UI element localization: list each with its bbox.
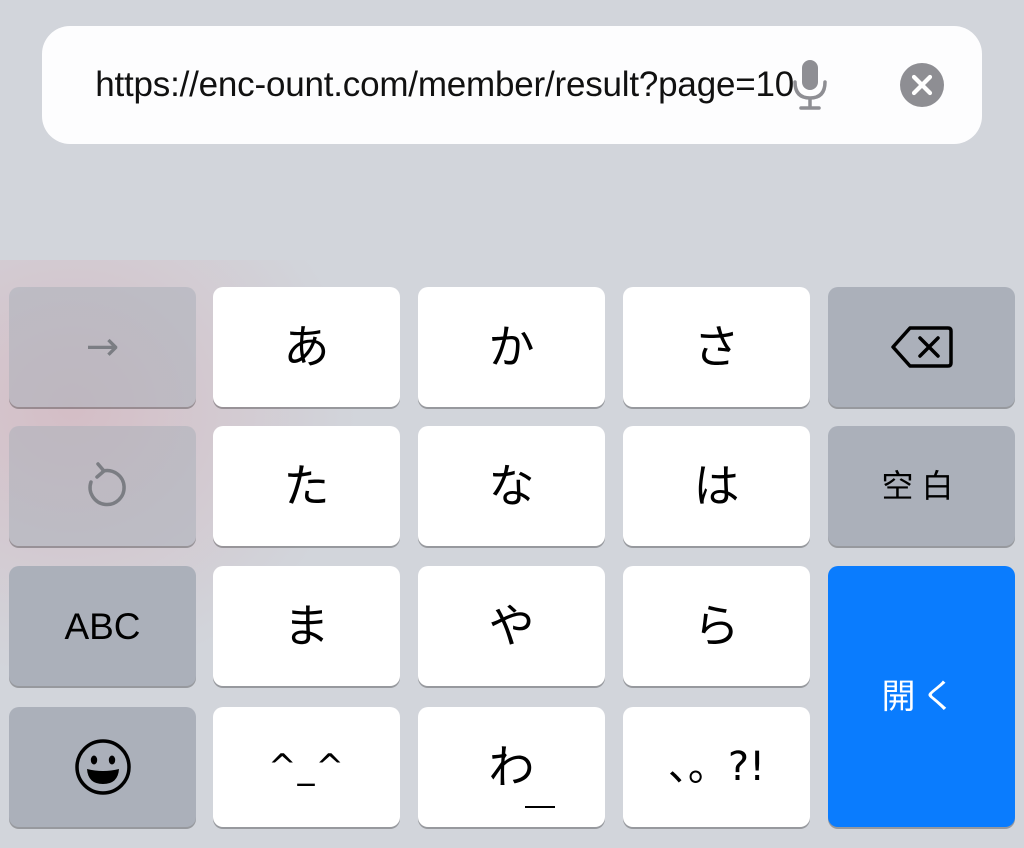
undo-key[interactable]: [9, 426, 196, 546]
kaomoji-label: ^_^: [268, 747, 345, 787]
kana-key-label: や: [488, 599, 535, 653]
long-vowel-mark: [524, 806, 555, 808]
kana-key-ka[interactable]: か: [418, 287, 605, 407]
kana-key-sa[interactable]: さ: [623, 287, 810, 407]
kana-key-label: ら: [693, 599, 740, 653]
abc-label: ABC: [64, 605, 141, 647]
kana-key-label: さ: [693, 320, 740, 374]
return-label: 開く: [881, 676, 962, 717]
kana-key-ra[interactable]: ら: [623, 566, 810, 686]
undo-arrow-icon: [87, 462, 126, 507]
space-key[interactable]: 空白: [828, 426, 1015, 546]
next-arrow-label: →: [85, 324, 120, 370]
space-label: 空白: [881, 467, 962, 505]
backspace-icon: [890, 326, 953, 368]
kaomoji-key[interactable]: ^_^: [213, 707, 400, 827]
address-bar[interactable]: https://enc-ount.com/member/result?page=…: [42, 26, 982, 144]
kana-key-ya[interactable]: や: [418, 566, 605, 686]
kana-key-ta[interactable]: た: [213, 426, 400, 546]
kana-key-label: な: [488, 459, 535, 513]
kana-key-label: か: [488, 320, 535, 374]
abc-key[interactable]: ABC: [9, 566, 196, 686]
url-text: https://enc-ount.com/member/result?page=…: [95, 65, 794, 104]
url-field[interactable]: https://enc-ount.com/member/result?page=…: [72, 26, 794, 144]
emoji-key[interactable]: [9, 707, 196, 827]
kana-key-label: ま: [283, 599, 330, 653]
kana-key-na[interactable]: な: [418, 426, 605, 546]
punctuation-key[interactable]: 、。?!: [623, 707, 810, 827]
smiley-face-icon: [74, 739, 131, 795]
next-candidate-key[interactable]: →: [9, 287, 196, 407]
kana-key-label: わ: [488, 740, 535, 794]
clear-circle-x-icon[interactable]: [900, 63, 944, 107]
open-return-key[interactable]: 開く: [828, 566, 1015, 827]
kana-key-a[interactable]: あ: [213, 287, 400, 407]
kana-key-ha[interactable]: は: [623, 426, 810, 546]
kana-key-ma[interactable]: ま: [213, 566, 400, 686]
punctuation-label: 、。?!: [667, 744, 766, 790]
microphone-icon[interactable]: [790, 58, 830, 112]
kana-key-label: た: [283, 459, 330, 513]
kana-key-wa[interactable]: わ: [418, 707, 605, 827]
delete-key[interactable]: [828, 287, 1015, 407]
kana-key-label: あ: [283, 320, 330, 374]
kana-key-label: は: [693, 459, 740, 513]
